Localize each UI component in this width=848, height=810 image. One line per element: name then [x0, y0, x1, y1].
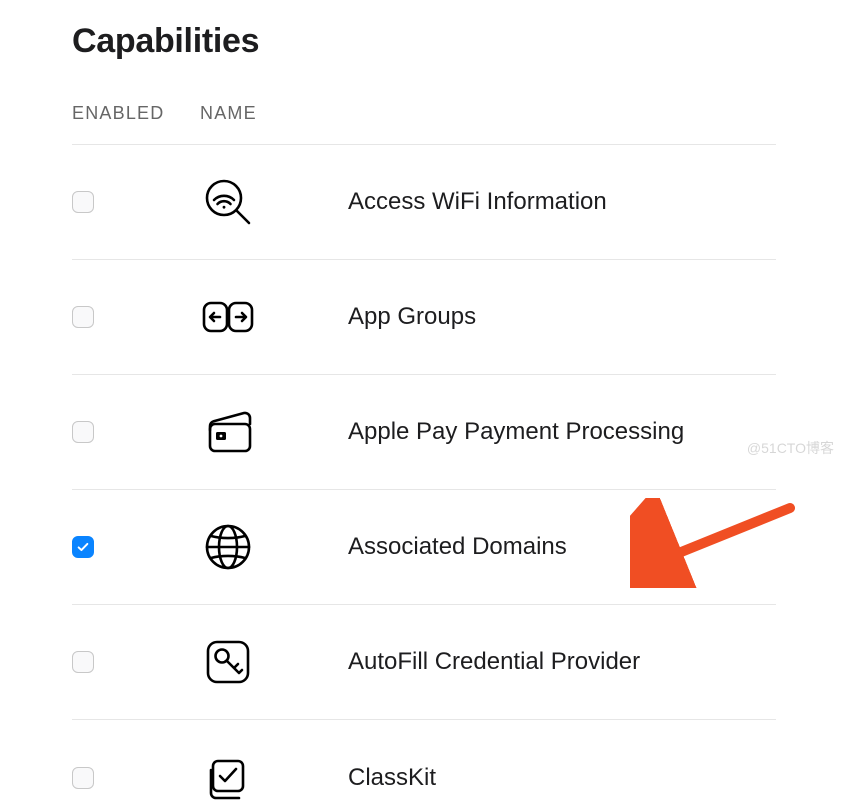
key-icon — [200, 634, 256, 690]
header-enabled: ENABLED — [72, 103, 200, 124]
apple-pay-icon — [200, 404, 256, 460]
table-row: App Groups — [72, 260, 776, 375]
app-groups-icon — [200, 289, 256, 345]
classkit-icon — [200, 750, 256, 806]
capability-enabled-checkbox[interactable] — [72, 306, 94, 328]
capability-name: Associated Domains — [348, 533, 776, 561]
header-name: NAME — [200, 103, 776, 124]
table-row: Apple Pay Payment Processing — [72, 375, 776, 490]
capability-enabled-checkbox[interactable] — [72, 651, 94, 673]
capability-enabled-checkbox[interactable] — [72, 767, 94, 789]
table-header: ENABLED NAME — [72, 103, 776, 145]
table-row: AutoFill Credential Provider — [72, 605, 776, 720]
capability-enabled-checkbox[interactable] — [72, 191, 94, 213]
table-row: Associated Domains — [72, 490, 776, 605]
capability-name: Apple Pay Payment Processing — [348, 418, 776, 446]
capability-name: AutoFill Credential Provider — [348, 648, 776, 676]
capability-name: ClassKit — [348, 764, 776, 792]
wifi-search-icon — [200, 174, 256, 230]
capability-enabled-checkbox[interactable] — [72, 536, 94, 558]
capability-enabled-checkbox[interactable] — [72, 421, 94, 443]
watermark: @51CTO博客 — [747, 438, 834, 458]
table-row: Access WiFi Information — [72, 145, 776, 260]
capability-name: App Groups — [348, 303, 776, 331]
table-row: ClassKit — [72, 720, 776, 810]
capability-name: Access WiFi Information — [348, 188, 776, 216]
page-title: Capabilities — [72, 22, 776, 61]
globe-icon — [200, 519, 256, 575]
